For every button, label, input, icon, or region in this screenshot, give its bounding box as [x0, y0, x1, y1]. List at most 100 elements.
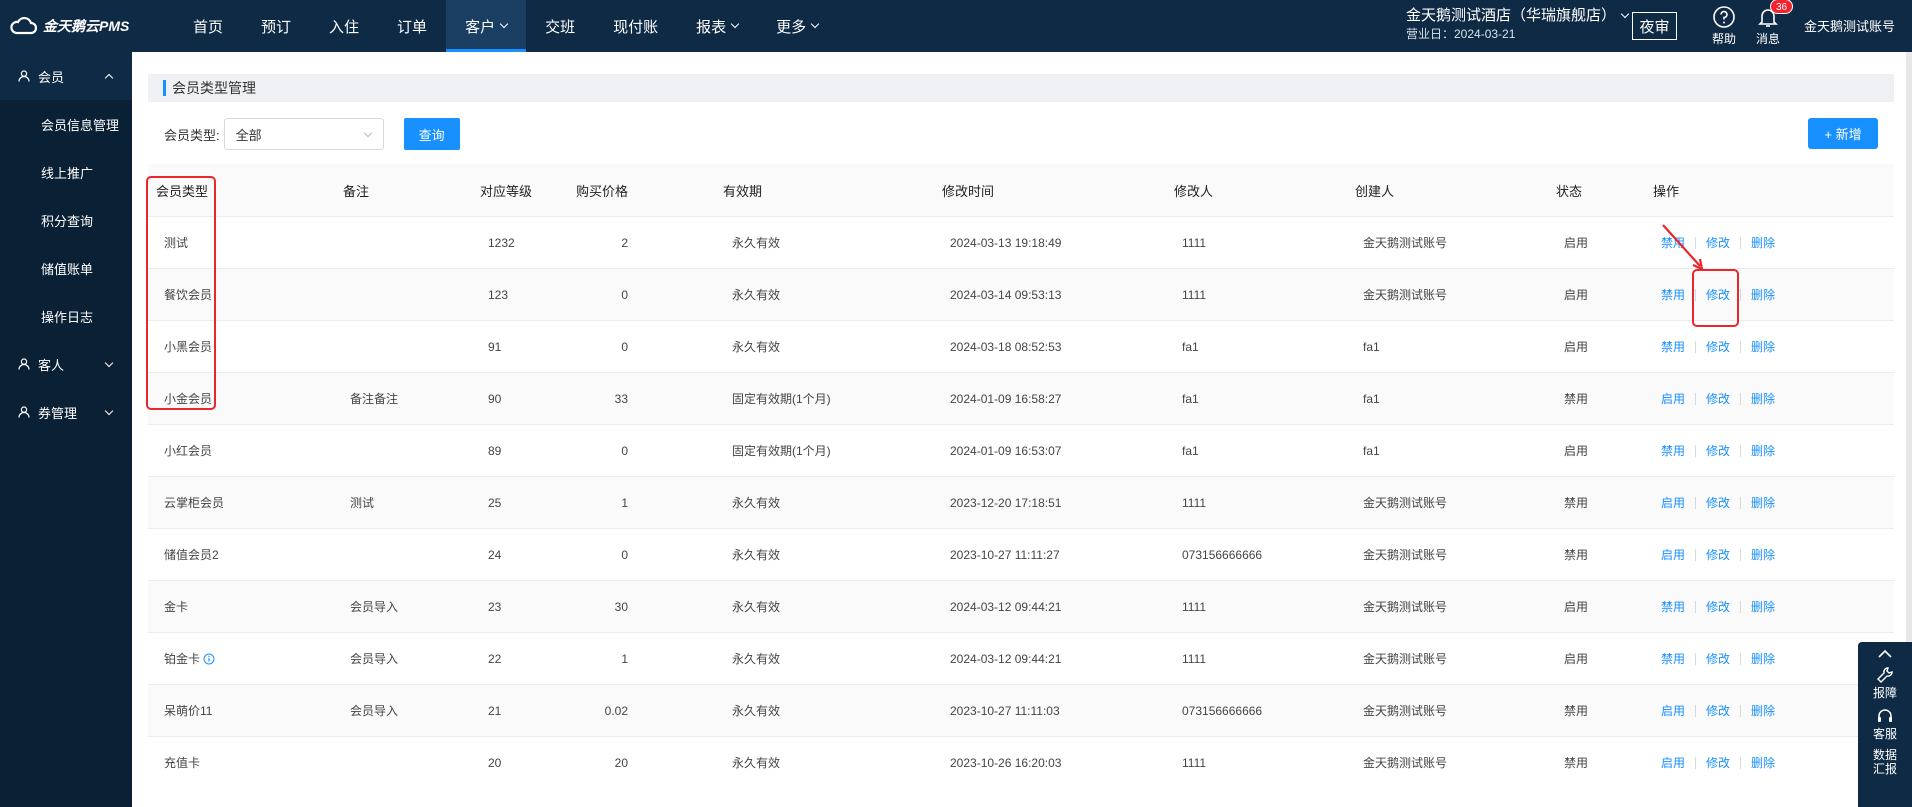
edit-button[interactable]: 修改: [1706, 650, 1730, 667]
cell-status-text: 启用: [1564, 600, 1589, 614]
sidebar-item-0-1[interactable]: 线上推广: [0, 148, 132, 196]
nav-item-6[interactable]: 现付账: [594, 0, 677, 52]
sidebar-item-0-2[interactable]: 积分查询: [0, 196, 132, 244]
cell-status: 启用: [1564, 234, 1588, 251]
edit-button[interactable]: 修改: [1706, 390, 1730, 407]
annotation-arrow-icon: [1662, 224, 1704, 271]
headset-icon: [1878, 709, 1892, 722]
sidebar-item-0-3[interactable]: 储值账单: [0, 244, 132, 292]
nav-item-1[interactable]: 预订: [242, 0, 310, 52]
delete-button[interactable]: 删除: [1751, 754, 1775, 771]
cell-creator-text: 金天鹅测试账号: [1363, 600, 1448, 614]
edit-button[interactable]: 修改: [1706, 598, 1730, 615]
hotel-selector[interactable]: 金天鹅测试酒店（华瑞旗舰店） 营业日：2024-03-21: [1406, 7, 1630, 43]
delete-button[interactable]: 删除: [1751, 598, 1775, 615]
cell-status: 禁用: [1564, 494, 1588, 511]
chevron-up-icon: [1878, 649, 1892, 658]
add-button[interactable]: + 新增: [1808, 118, 1878, 149]
toggle-status-button[interactable]: 禁用: [1661, 286, 1685, 303]
help-button[interactable]: 帮助: [1706, 5, 1742, 47]
cell-modified-text: 2024-03-13 19:18:49: [950, 235, 1062, 250]
member-type-select[interactable]: 全部: [223, 118, 384, 150]
toggle-status-button[interactable]: 启用: [1661, 754, 1685, 771]
toggle-status-button[interactable]: 启用: [1661, 494, 1685, 511]
edit-button[interactable]: 修改: [1706, 546, 1730, 563]
sidebar-item-0-4[interactable]: 操作日志: [0, 292, 132, 340]
sidebar-group-1[interactable]: 客人: [0, 340, 132, 388]
divider: [1740, 652, 1742, 665]
service-label: 客服: [1872, 727, 1897, 741]
cell-modified-text: 2024-03-12 09:44:21: [950, 651, 1062, 666]
nav-item-7[interactable]: 报表: [677, 0, 757, 52]
data-report-button[interactable]: 数据汇报: [1858, 742, 1912, 776]
delete-button[interactable]: 删除: [1751, 650, 1775, 667]
brand-logo[interactable]: 金天鹅云PMS: [8, 0, 129, 52]
edit-button[interactable]: 修改: [1706, 286, 1730, 303]
delete-button[interactable]: 删除: [1751, 442, 1775, 459]
nav-item-8[interactable]: 更多: [757, 0, 837, 52]
edit-button[interactable]: 修改: [1706, 494, 1730, 511]
divider: [1740, 704, 1742, 717]
cell-validity-text: 永久有效: [732, 548, 781, 562]
messages-button[interactable]: 36 消息: [1750, 0, 1794, 47]
delete-button[interactable]: 删除: [1751, 546, 1775, 563]
column-header: 操作: [1653, 183, 1680, 199]
cell-creator-text: fa1: [1363, 339, 1380, 354]
column-header: 对应等级: [480, 183, 533, 199]
row-actions: 启用 修改 删除: [1661, 390, 1775, 407]
query-button[interactable]: 查询: [403, 118, 460, 150]
cell-creator: 金天鹅测试账号: [1363, 494, 1447, 511]
cell-level-text: 21: [488, 703, 502, 718]
sidebar-item-0-0[interactable]: 会员信息管理: [0, 100, 132, 148]
cell-status: 禁用: [1564, 754, 1588, 771]
delete-button[interactable]: 删除: [1751, 390, 1775, 407]
account-menu[interactable]: 金天鹅测试账号: [1804, 16, 1895, 35]
nav-item-3[interactable]: 订单: [378, 0, 446, 52]
nav-item-2[interactable]: 入住: [310, 0, 378, 52]
edit-button[interactable]: 修改: [1706, 442, 1730, 459]
cell-modifier-text: 1111: [1182, 599, 1207, 614]
toggle-status-button[interactable]: 启用: [1661, 546, 1685, 563]
table-row: 餐饮会员 123 0 永久有效 2024-03-14 09:53:13 1111 金天鹅测试…: [148, 268, 1894, 320]
cell-note-text: 会员导入: [350, 600, 399, 614]
repair-report-button[interactable]: 报障: [1858, 660, 1912, 701]
chevron-down-icon: [499, 19, 509, 29]
cell-modifier-text: fa1: [1182, 391, 1199, 406]
toggle-status-button[interactable]: 启用: [1661, 702, 1685, 719]
cell-creator-text: 金天鹅测试账号: [1363, 236, 1448, 250]
cell-status: 启用: [1564, 650, 1588, 667]
nav-item-label: 入住: [329, 18, 360, 36]
customer-service-button[interactable]: 客服: [1858, 701, 1912, 742]
toggle-status-button[interactable]: 禁用: [1661, 650, 1685, 667]
edit-button[interactable]: 修改: [1706, 338, 1730, 355]
nav-item-4[interactable]: 客户: [446, 0, 527, 52]
toggle-status-button[interactable]: 禁用: [1661, 598, 1685, 615]
sidebar-group-0[interactable]: 会员: [0, 52, 132, 100]
delete-button[interactable]: 删除: [1751, 338, 1775, 355]
scroll-top-button[interactable]: [1858, 642, 1912, 660]
cell-note-text: 测试: [350, 496, 375, 510]
info-icon[interactable]: [203, 653, 215, 665]
cell-type: 小红会员: [164, 442, 212, 459]
divider: [1740, 548, 1742, 561]
page-title: 会员类型管理: [172, 80, 256, 96]
edit-button[interactable]: 修改: [1706, 754, 1730, 771]
cell-level-text: 1232: [488, 235, 515, 250]
edit-button[interactable]: 修改: [1706, 234, 1730, 251]
delete-button[interactable]: 删除: [1751, 286, 1775, 303]
delete-button[interactable]: 删除: [1751, 234, 1775, 251]
delete-button[interactable]: 删除: [1751, 494, 1775, 511]
delete-button[interactable]: 删除: [1751, 702, 1775, 719]
toggle-status-button[interactable]: 禁用: [1661, 442, 1685, 459]
nav-item-0[interactable]: 首页: [174, 0, 242, 52]
toggle-status-button[interactable]: 启用: [1661, 390, 1685, 407]
cell-price-text: 2: [621, 235, 628, 250]
toggle-status-button[interactable]: 禁用: [1661, 338, 1685, 355]
divider: [1740, 392, 1742, 405]
nav-item-5[interactable]: 交班: [526, 0, 594, 52]
sidebar-group-2[interactable]: 券管理: [0, 388, 132, 436]
edit-button[interactable]: 修改: [1706, 702, 1730, 719]
cell-status-text: 禁用: [1564, 392, 1589, 406]
cell-creator-text: fa1: [1363, 443, 1380, 458]
night-audit-button[interactable]: 夜审: [1632, 12, 1677, 40]
